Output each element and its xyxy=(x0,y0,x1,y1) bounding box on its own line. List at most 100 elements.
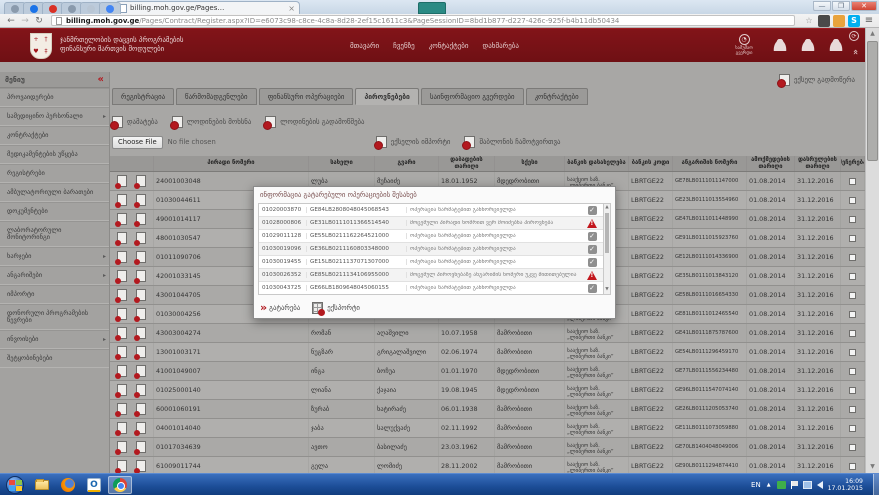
pinned-tab[interactable] xyxy=(99,2,121,14)
chrome-menu-icon[interactable]: ≡ xyxy=(863,15,875,27)
sidebar-item-4[interactable]: რეგისტრები xyxy=(0,164,109,183)
header-nav-item-2[interactable]: კონტაქტები xyxy=(429,42,469,50)
firefox-taskbar-icon[interactable] xyxy=(56,476,80,494)
maximize-button[interactable]: ❐ xyxy=(832,1,850,11)
column-header-11[interactable]: შეჩერება xyxy=(841,156,865,171)
column-header-5[interactable]: სქესი xyxy=(495,156,565,171)
edit-row-icon[interactable] xyxy=(117,308,127,320)
column-header-9[interactable]: ამოქმედების თარიღი xyxy=(747,156,795,171)
tab-close-icon[interactable]: × xyxy=(288,4,295,13)
start-button[interactable] xyxy=(6,476,24,494)
accounts-row-icon[interactable] xyxy=(136,289,146,301)
scrollbar-thumb[interactable] xyxy=(605,213,609,253)
accounts-row-icon[interactable] xyxy=(136,403,146,415)
suspend-checkbox[interactable] xyxy=(849,425,856,432)
header-nav-item-1[interactable]: ჩვენზე xyxy=(393,42,415,50)
accounts-row-icon[interactable] xyxy=(136,232,146,244)
sidebar-item-13[interactable]: შეტყობინებები xyxy=(0,349,109,368)
accounts-row-icon[interactable] xyxy=(136,384,146,396)
edit-row-icon[interactable] xyxy=(117,460,127,472)
edit-row-icon[interactable] xyxy=(117,403,127,415)
column-header-8[interactable]: ანგარიშის ნომერი xyxy=(673,156,747,171)
toolbar-button-2[interactable]: ლოდინების გადამოწმება xyxy=(265,116,364,128)
sidebar-item-1[interactable]: სამედიცინო პერსონალი▸ xyxy=(0,107,109,126)
header-nav-item-3[interactable]: დახმარება xyxy=(483,42,519,50)
suspend-checkbox[interactable] xyxy=(849,197,856,204)
tab-0[interactable]: რეგისტრაცია xyxy=(112,88,174,105)
workspace-button[interactable]: ◔ სამუშაო გვერდი xyxy=(729,34,759,56)
edit-row-icon[interactable] xyxy=(117,175,127,187)
users-icon[interactable] xyxy=(829,39,843,51)
background-tab[interactable] xyxy=(418,2,446,14)
toolbar-button-1[interactable]: ლოდინების მოხსნა xyxy=(172,116,251,128)
scroll-up-icon[interactable]: ▲ xyxy=(604,204,610,212)
column-header-4[interactable]: დაბადების თარიღი xyxy=(439,156,495,171)
sidebar-item-0[interactable]: პროვაიდერები xyxy=(0,88,109,107)
user-document-icon[interactable] xyxy=(801,39,815,51)
refresh-circle-icon[interactable]: ⟳ xyxy=(849,31,859,41)
close-button[interactable]: ✕ xyxy=(851,1,877,11)
edit-row-icon[interactable] xyxy=(117,270,127,282)
profile-icon[interactable] xyxy=(773,39,787,51)
suspend-checkbox[interactable] xyxy=(849,406,856,413)
taskbar-clock[interactable]: 16:09 17.01.2015 xyxy=(828,478,863,492)
tab-3[interactable]: პიროვნებები xyxy=(355,88,418,105)
toolbar-import-button-0[interactable]: ექსელის იმპორტი xyxy=(376,136,451,148)
suspend-checkbox[interactable] xyxy=(849,463,856,470)
suspend-checkbox[interactable] xyxy=(849,178,856,185)
process-button[interactable]: გატარება xyxy=(269,304,300,312)
edit-row-icon[interactable] xyxy=(117,289,127,301)
choose-file-button[interactable]: Choose File xyxy=(112,136,163,149)
toolbar-import-button-1[interactable]: შაბლონის ჩამოტვირთვა xyxy=(464,136,560,148)
column-header-10[interactable]: დასრულების თარიღი xyxy=(795,156,841,171)
accounts-row-icon[interactable] xyxy=(136,460,146,472)
suspend-checkbox[interactable] xyxy=(849,292,856,299)
sidebar-item-12[interactable]: ინვოისები▸ xyxy=(0,330,109,349)
skype-extension-icon[interactable]: S xyxy=(848,15,860,27)
page-scrollbar[interactable]: ▲ ▼ xyxy=(865,28,879,473)
edit-row-icon[interactable] xyxy=(117,232,127,244)
volume-icon[interactable] xyxy=(817,481,823,489)
column-header-1[interactable]: პირადი ნომერი xyxy=(154,156,309,171)
edit-row-icon[interactable] xyxy=(117,346,127,358)
minimize-button[interactable]: — xyxy=(813,1,831,11)
edit-row-icon[interactable] xyxy=(117,213,127,225)
tab-4[interactable]: საინფორმაციო გვერდები xyxy=(421,88,524,105)
accounts-row-icon[interactable] xyxy=(136,213,146,225)
column-header-0[interactable] xyxy=(110,156,154,171)
chrome-taskbar-icon[interactable] xyxy=(108,476,132,494)
reload-icon[interactable]: ↻ xyxy=(32,16,46,26)
back-icon[interactable]: ← xyxy=(4,16,18,26)
accounts-row-icon[interactable] xyxy=(136,308,146,320)
suspend-checkbox[interactable] xyxy=(849,368,856,375)
forward-icon[interactable]: → xyxy=(18,16,32,26)
sidebar-item-6[interactable]: დოკუმენტები xyxy=(0,202,109,221)
edit-row-icon[interactable] xyxy=(117,365,127,377)
edit-row-icon[interactable] xyxy=(117,194,127,206)
language-indicator[interactable]: EN xyxy=(751,481,761,489)
sidebar-item-11[interactable]: დონორული პროგრამების წევრები xyxy=(0,304,109,330)
suspend-checkbox[interactable] xyxy=(849,216,856,223)
accounts-row-icon[interactable] xyxy=(136,441,146,453)
excel-download-button[interactable]: ექსელ გადმოწერა xyxy=(779,74,855,86)
accounts-row-icon[interactable] xyxy=(136,194,146,206)
column-header-3[interactable]: გვარი xyxy=(375,156,439,171)
edit-row-icon[interactable] xyxy=(117,441,127,453)
accounts-row-icon[interactable] xyxy=(136,365,146,377)
export-button[interactable]: ექსპორტი xyxy=(327,304,360,312)
chevron-up-icon[interactable]: « xyxy=(850,49,860,55)
extension-icon[interactable] xyxy=(833,15,845,27)
sidebar-item-9[interactable]: ანგარიშები▸ xyxy=(0,266,109,285)
header-nav-item-0[interactable]: მთავარი xyxy=(350,42,379,50)
toolbar-button-0[interactable]: დამატება xyxy=(112,116,158,128)
column-header-2[interactable]: სახელი xyxy=(309,156,375,171)
accounts-row-icon[interactable] xyxy=(136,327,146,339)
sidebar-item-2[interactable]: კონტრაქტები xyxy=(0,126,109,145)
suspend-checkbox[interactable] xyxy=(849,273,856,280)
edit-row-icon[interactable] xyxy=(117,327,127,339)
sidebar-item-5[interactable]: ამბულატორიული ბარათები xyxy=(0,183,109,202)
outlook-taskbar-icon[interactable]: O xyxy=(82,476,106,494)
browser-active-tab[interactable]: billing.moh.gov.ge/Pages… × xyxy=(115,1,300,14)
scroll-down-icon[interactable]: ▼ xyxy=(866,461,879,473)
bookmark-star-icon[interactable]: ☆ xyxy=(803,15,815,27)
